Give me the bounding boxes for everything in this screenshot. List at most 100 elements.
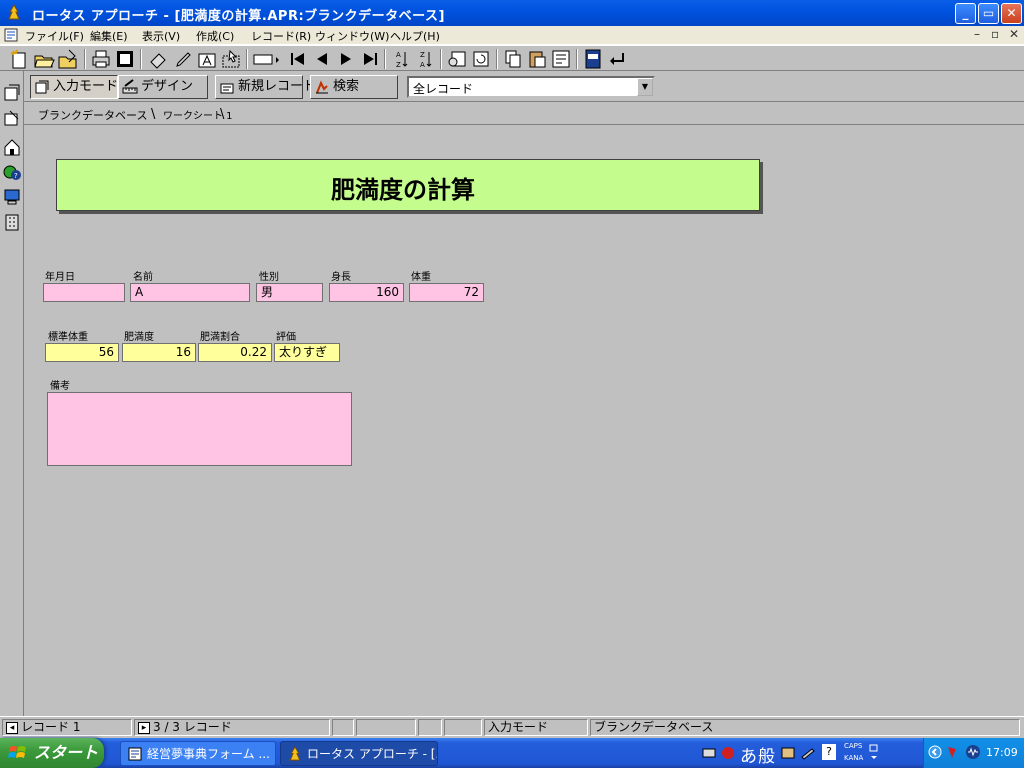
- menu-edit[interactable]: 編集(E): [90, 28, 128, 44]
- weight-field[interactable]: 72: [409, 283, 484, 302]
- print-icon[interactable]: [90, 48, 112, 70]
- prev-record-icon[interactable]: [311, 48, 333, 70]
- mdi-minimize-button[interactable]: –: [974, 27, 980, 41]
- status-view[interactable]: ブランクデータベース: [590, 719, 1020, 736]
- next-record-icon[interactable]: [335, 48, 357, 70]
- document-icon[interactable]: [4, 28, 18, 42]
- close-button[interactable]: ✕: [1001, 3, 1022, 24]
- standard-weight-field[interactable]: 56: [45, 343, 119, 362]
- height-field[interactable]: 160: [329, 283, 404, 302]
- status-blank-1: [332, 719, 354, 736]
- label-weight: 体重: [411, 272, 431, 283]
- report-icon[interactable]: [550, 48, 572, 70]
- first-record-icon[interactable]: [287, 48, 309, 70]
- tray-app-icon[interactable]: [944, 743, 962, 761]
- browse-mode-button[interactable]: 入力モード: [30, 75, 118, 99]
- start-button[interactable]: スタート: [0, 738, 104, 768]
- clock[interactable]: 17:09: [986, 746, 1018, 759]
- computer-icon[interactable]: [2, 187, 22, 207]
- chevron-down-icon[interactable]: ▼: [637, 78, 653, 96]
- notes-field[interactable]: [47, 392, 352, 466]
- open-folder-icon[interactable]: [33, 48, 55, 70]
- tab-blank-database[interactable]: ブランクデータベース: [38, 107, 147, 123]
- obesity-ratio-field[interactable]: 0.22: [198, 343, 272, 362]
- menu-help[interactable]: ヘルプ(H): [390, 28, 440, 44]
- tab-divider: \: [151, 107, 156, 122]
- new-sparkle-icon[interactable]: [8, 48, 30, 70]
- status-bar: ◂ レコード 1 ▸ 3 / 3 レコード 入力モード ブランクデータベース: [0, 716, 1024, 737]
- ime-pad-icon[interactable]: [780, 744, 796, 762]
- refresh-icon[interactable]: [470, 48, 492, 70]
- find-icon[interactable]: [446, 48, 468, 70]
- task-button-keiei[interactable]: 経営夢事典フォーム ...: [120, 741, 276, 766]
- ime-help-icon[interactable]: ?: [822, 744, 836, 760]
- gender-field[interactable]: 男: [256, 283, 323, 302]
- find-mode-button[interactable]: 検索: [310, 75, 398, 99]
- status-blank-2: [356, 719, 416, 736]
- mdi-close-button[interactable]: ✕: [1009, 27, 1019, 41]
- home-icon[interactable]: [2, 137, 22, 157]
- ime-mode[interactable]: あ: [740, 742, 757, 767]
- select-tool-icon[interactable]: [220, 48, 242, 70]
- date-field[interactable]: [43, 283, 125, 302]
- menu-view[interactable]: 表示(V): [142, 28, 180, 44]
- open-folder-edit-icon[interactable]: [57, 48, 79, 70]
- menu-file[interactable]: ファイル(F): [25, 28, 84, 44]
- design-mode-label: デザイン: [141, 79, 194, 94]
- status-count[interactable]: ▸ 3 / 3 レコード: [134, 719, 330, 736]
- worksheet-icon[interactable]: [2, 108, 22, 128]
- label-evaluation: 評価: [276, 332, 296, 343]
- minimize-icon: _: [962, 6, 969, 20]
- pen-icon[interactable]: [172, 48, 194, 70]
- minimize-button[interactable]: _: [955, 3, 976, 24]
- last-record-icon[interactable]: [359, 48, 381, 70]
- new-record-button[interactable]: 新規レコード: [215, 75, 316, 99]
- paste-icon[interactable]: [526, 48, 548, 70]
- field-box-icon[interactable]: [252, 48, 282, 70]
- spellcheck-icon[interactable]: [582, 48, 604, 70]
- menu-window[interactable]: ウィンドウ(W): [315, 28, 389, 44]
- building-icon[interactable]: [2, 212, 22, 232]
- lotus-app-icon: [8, 4, 20, 20]
- menu-create[interactable]: 作成(C): [196, 28, 234, 44]
- label-standard-weight: 標準体重: [48, 332, 88, 343]
- keyboard-icon[interactable]: [702, 747, 716, 759]
- status-record[interactable]: ◂ レコード 1: [2, 719, 132, 736]
- name-field[interactable]: A: [130, 283, 250, 302]
- label-obesity-degree: 肥満度: [124, 332, 154, 343]
- tab-divider: \: [220, 107, 225, 122]
- form-icon[interactable]: [2, 83, 22, 103]
- copy-icon[interactable]: [502, 48, 524, 70]
- maximize-button[interactable]: ▭: [978, 3, 999, 24]
- obesity-degree-field[interactable]: 16: [122, 343, 196, 362]
- sort-desc-icon[interactable]: ZA: [414, 48, 436, 70]
- status-blank-4: [444, 719, 482, 736]
- ime-kanji[interactable]: 般: [758, 742, 775, 767]
- audio-wave-icon[interactable]: [964, 744, 982, 760]
- design-mode-button[interactable]: デザイン: [118, 75, 208, 99]
- text-tool-icon[interactable]: [196, 48, 218, 70]
- ime-app-icon[interactable]: [720, 744, 736, 762]
- task-button-approach[interactable]: ロータス アプローチ - [...: [280, 741, 438, 766]
- enter-icon[interactable]: [606, 48, 628, 70]
- globe-help-icon[interactable]: ?: [2, 162, 22, 182]
- mdi-restore-button[interactable]: ▫: [991, 27, 999, 41]
- evaluation-field[interactable]: 太りすぎ: [274, 343, 340, 362]
- window-title-bar[interactable]: ロータス アプローチ - [肥満度の計算.APR:ブランクデータベース] _ ▭…: [0, 0, 1024, 26]
- system-tray: 17:09: [923, 738, 1024, 768]
- sort-asc-icon[interactable]: AZ: [390, 48, 412, 70]
- form-title: 肥満度の計算: [331, 176, 475, 204]
- tray-expand-icon[interactable]: [928, 745, 942, 759]
- maximize-icon: ▭: [982, 6, 995, 20]
- menu-record[interactable]: レコード(R): [251, 28, 311, 44]
- status-mode[interactable]: 入力モード: [484, 719, 588, 736]
- ime-tool-icon[interactable]: [800, 744, 816, 762]
- record-nav-icon: ◂: [6, 721, 18, 734]
- task-label-approach: ロータス アプローチ - [...: [307, 747, 438, 761]
- preview-icon[interactable]: [114, 48, 136, 70]
- kana-indicator: KANA: [844, 754, 864, 762]
- label-height: 身長: [331, 272, 351, 283]
- eraser-icon[interactable]: [147, 48, 169, 70]
- record-filter-select[interactable]: 全レコード ▼: [407, 76, 655, 98]
- ime-options-icon[interactable]: [868, 742, 880, 762]
